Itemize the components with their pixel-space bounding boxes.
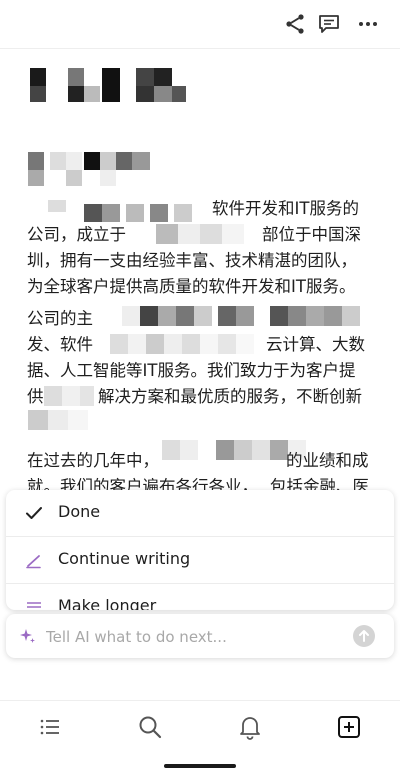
doc-text-line: 软件开发和IT服务的 — [212, 199, 359, 218]
menu-item-label: Done — [58, 502, 101, 521]
redacted-block — [44, 386, 96, 408]
doc-text-line: 部位于中国深 — [262, 225, 361, 244]
home-indicator — [164, 764, 236, 768]
doc-text-line: 云计算、大数 — [266, 335, 365, 354]
doc-text-line: 据、人工智能等IT服务。我们致力于为客户提 — [27, 361, 356, 380]
menu-item-done[interactable]: Done — [6, 490, 394, 536]
menu-item-continue-writing[interactable]: Continue writing — [6, 537, 394, 583]
doc-text-line: 解决方案和最优质的服务，不断创新 — [98, 387, 362, 406]
bell-icon[interactable] — [237, 714, 263, 740]
more-icon[interactable] — [356, 12, 380, 36]
top-toolbar — [0, 0, 400, 49]
check-icon — [26, 507, 42, 519]
lines-icon — [27, 602, 41, 608]
sparkle-icon — [20, 629, 35, 643]
ai-suggestion-menu: Done Continue writing Make longer — [6, 490, 394, 610]
ai-prompt-bar — [6, 614, 394, 658]
arrow-up-icon — [359, 630, 369, 642]
redacted-block — [30, 200, 210, 224]
send-button[interactable] — [353, 625, 375, 647]
menu-item-label: Continue writing — [58, 549, 191, 568]
comment-icon[interactable] — [317, 12, 341, 36]
doc-text-line: 的业绩和成 — [286, 451, 369, 470]
redacted-block — [110, 334, 270, 356]
search-icon[interactable] — [137, 714, 163, 740]
doc-text-line: 在过去的几年中， — [27, 451, 159, 470]
doc-text-line: 供 — [27, 387, 44, 406]
redacted-block — [134, 224, 258, 246]
pencil-icon — [26, 555, 41, 569]
doc-text-line: 公司的主 — [27, 309, 93, 328]
ai-prompt-input[interactable] — [44, 624, 348, 650]
doc-text-line: 公司，成立于 — [27, 225, 126, 244]
redacted-block — [28, 410, 88, 432]
list-icon[interactable] — [37, 714, 63, 740]
doc-text-line: 为全球客户提供高质量的软件开发和IT服务。 — [27, 277, 356, 296]
document-body: 软件开发和IT服务的 公司，成立于 部位于中国深 圳，拥有一支由经验丰富、技术精… — [0, 48, 400, 496]
share-icon[interactable] — [283, 12, 307, 36]
redacted-subtitle — [28, 152, 158, 188]
bottom-navigation — [0, 700, 400, 774]
doc-text-line: 圳，拥有一支由经验丰富、技术精湛的团队， — [27, 251, 357, 270]
redacted-block — [122, 306, 362, 328]
new-page-icon[interactable] — [336, 714, 362, 740]
menu-item-label: Make longer — [58, 596, 157, 610]
redacted-title — [30, 68, 190, 104]
doc-text-line: 发、软件 — [27, 335, 93, 354]
menu-item-make-longer[interactable]: Make longer — [6, 584, 394, 610]
